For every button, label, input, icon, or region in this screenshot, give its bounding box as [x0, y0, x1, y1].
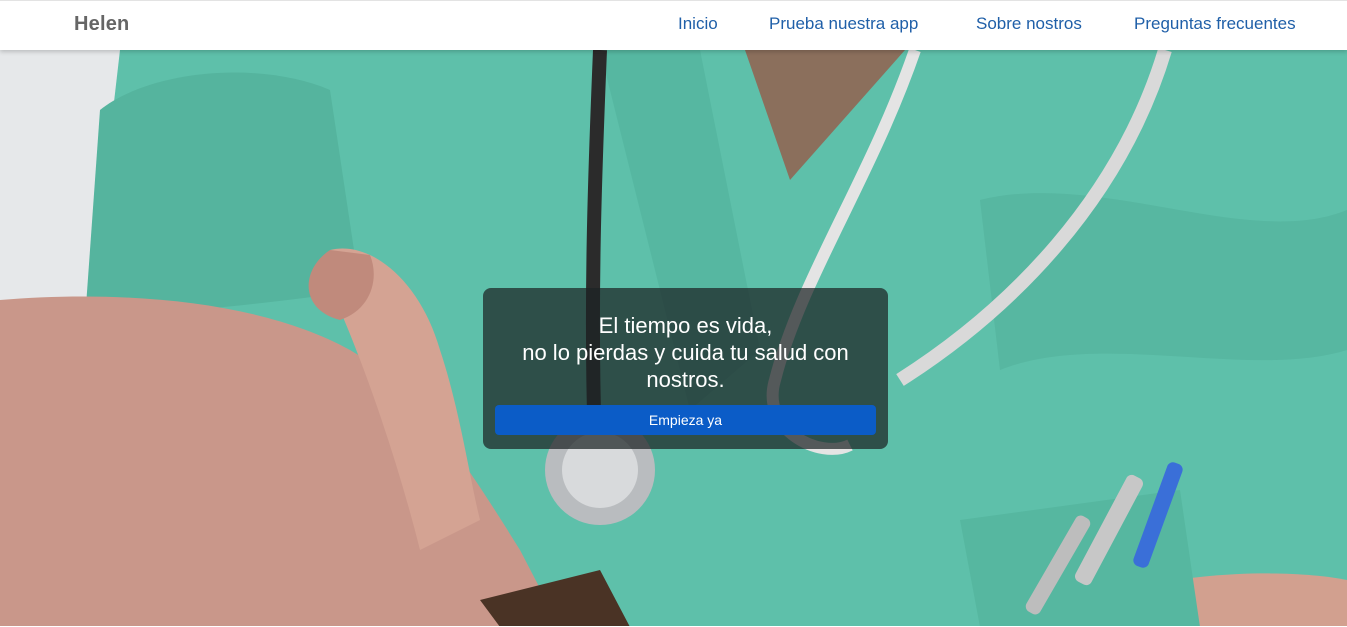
- nav-link-sobre-nosotros[interactable]: Sobre nostros: [976, 14, 1082, 34]
- brand-logo[interactable]: Helen: [74, 13, 129, 36]
- hero-card: El tiempo es vida, no lo pierdas y cuida…: [483, 288, 888, 449]
- start-now-button[interactable]: Empieza ya: [495, 405, 876, 435]
- nav-link-prueba-app[interactable]: Prueba nuestra app: [769, 14, 918, 34]
- nav-link-inicio[interactable]: Inicio: [678, 14, 718, 34]
- nav-link-preguntas-frecuentes[interactable]: Preguntas frecuentes: [1134, 14, 1296, 34]
- hero-headline-line: nostros.: [646, 367, 725, 392]
- hero-headline-line: El tiempo es vida,: [598, 313, 773, 338]
- hero-headline-line: no lo pierdas y cuida tu salud con: [522, 340, 849, 365]
- hero-section: El tiempo es vida, no lo pierdas y cuida…: [0, 50, 1347, 627]
- navbar: Helen Inicio Prueba nuestra app Sobre no…: [0, 0, 1347, 50]
- hero-headline: El tiempo es vida, no lo pierdas y cuida…: [483, 312, 888, 393]
